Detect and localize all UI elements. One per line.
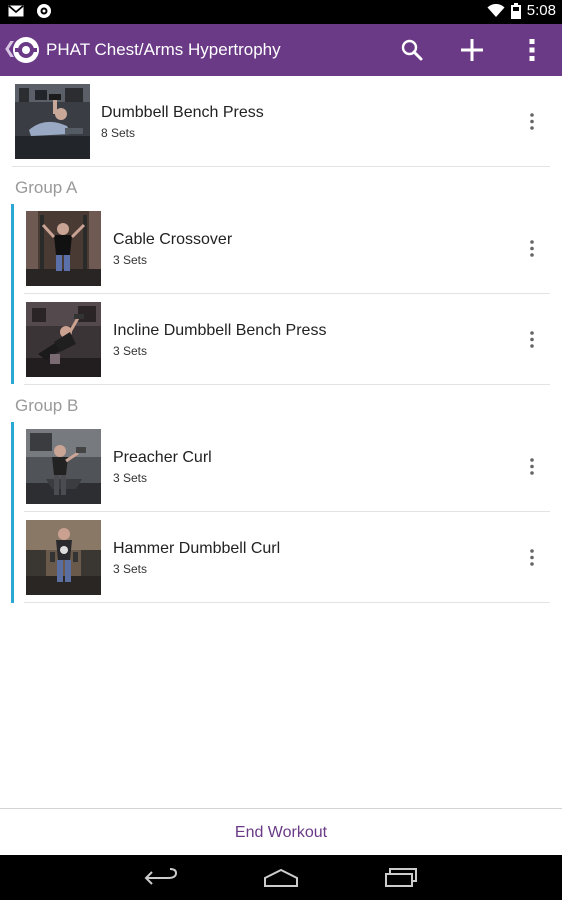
group-b-header: Group B bbox=[15, 396, 79, 415]
exercise-name: Hammer Dumbbell Curl bbox=[113, 540, 281, 557]
exercise-name: Dumbbell Bench Press bbox=[101, 104, 264, 121]
exercise-name: Preacher Curl bbox=[113, 449, 212, 466]
exercise-name: Incline Dumbbell Bench Press bbox=[113, 322, 327, 339]
row-divider bbox=[12, 166, 550, 167]
item-overflow-icon[interactable] bbox=[524, 457, 540, 477]
exercise-thumbnail bbox=[26, 429, 101, 504]
exercise-sets: 3 Sets bbox=[113, 562, 148, 576]
bottom-bar: End Workout bbox=[0, 808, 562, 855]
recents-icon bbox=[385, 868, 417, 887]
overflow-menu-icon bbox=[529, 39, 535, 61]
system-nav-bar bbox=[0, 855, 562, 900]
home-icon bbox=[264, 868, 298, 887]
row-divider bbox=[24, 384, 550, 385]
search-icon bbox=[401, 39, 423, 61]
page-title: PHAT Chest/Arms Hypertrophy bbox=[46, 40, 281, 59]
exercise-name: Cable Crossover bbox=[113, 231, 233, 248]
clock: 5:08 bbox=[526, 2, 556, 19]
row-divider bbox=[24, 602, 550, 603]
search-button[interactable] bbox=[386, 24, 438, 76]
exercise-sets: 3 Sets bbox=[113, 253, 148, 267]
status-bar: 5:08 bbox=[0, 0, 562, 24]
battery-icon bbox=[510, 2, 521, 19]
back-button[interactable] bbox=[136, 863, 186, 893]
exercise-thumbnail bbox=[26, 211, 101, 286]
exercise-row[interactable]: Hammer Dumbbell Curl 3 Sets bbox=[0, 512, 562, 603]
recents-button[interactable] bbox=[376, 863, 426, 893]
end-workout-button[interactable]: End Workout bbox=[0, 809, 562, 856]
group-a-header: Group A bbox=[15, 178, 78, 197]
exercise-sets: 8 Sets bbox=[101, 126, 136, 140]
exercise-row[interactable]: Preacher Curl 3 Sets bbox=[0, 421, 562, 512]
exercise-row[interactable]: Cable Crossover 3 Sets bbox=[0, 203, 562, 294]
exercise-thumbnail bbox=[15, 84, 90, 159]
item-overflow-icon[interactable] bbox=[524, 330, 540, 350]
gmail-icon bbox=[8, 5, 24, 17]
item-overflow-icon[interactable] bbox=[524, 112, 540, 132]
home-button[interactable] bbox=[256, 863, 306, 893]
exercise-sets: 3 Sets bbox=[113, 344, 148, 358]
add-exercise-button[interactable] bbox=[446, 24, 498, 76]
action-bar: ❮ PHAT Chest/Arms Hypertrophy bbox=[0, 24, 562, 76]
item-overflow-icon[interactable] bbox=[524, 239, 540, 259]
exercise-row[interactable]: Dumbbell Bench Press 8 Sets bbox=[0, 76, 562, 167]
overflow-menu-button[interactable] bbox=[506, 24, 558, 76]
back-icon bbox=[144, 868, 178, 885]
exercise-row[interactable]: Incline Dumbbell Bench Press 3 Sets bbox=[0, 294, 562, 385]
app-logo-icon[interactable] bbox=[12, 36, 40, 64]
add-icon bbox=[461, 39, 483, 61]
item-overflow-icon[interactable] bbox=[524, 548, 540, 568]
exercise-sets: 3 Sets bbox=[113, 471, 148, 485]
wifi-icon bbox=[487, 3, 505, 18]
exercise-thumbnail bbox=[26, 302, 101, 377]
exercise-thumbnail bbox=[26, 520, 101, 595]
app-notification-icon bbox=[36, 3, 52, 19]
